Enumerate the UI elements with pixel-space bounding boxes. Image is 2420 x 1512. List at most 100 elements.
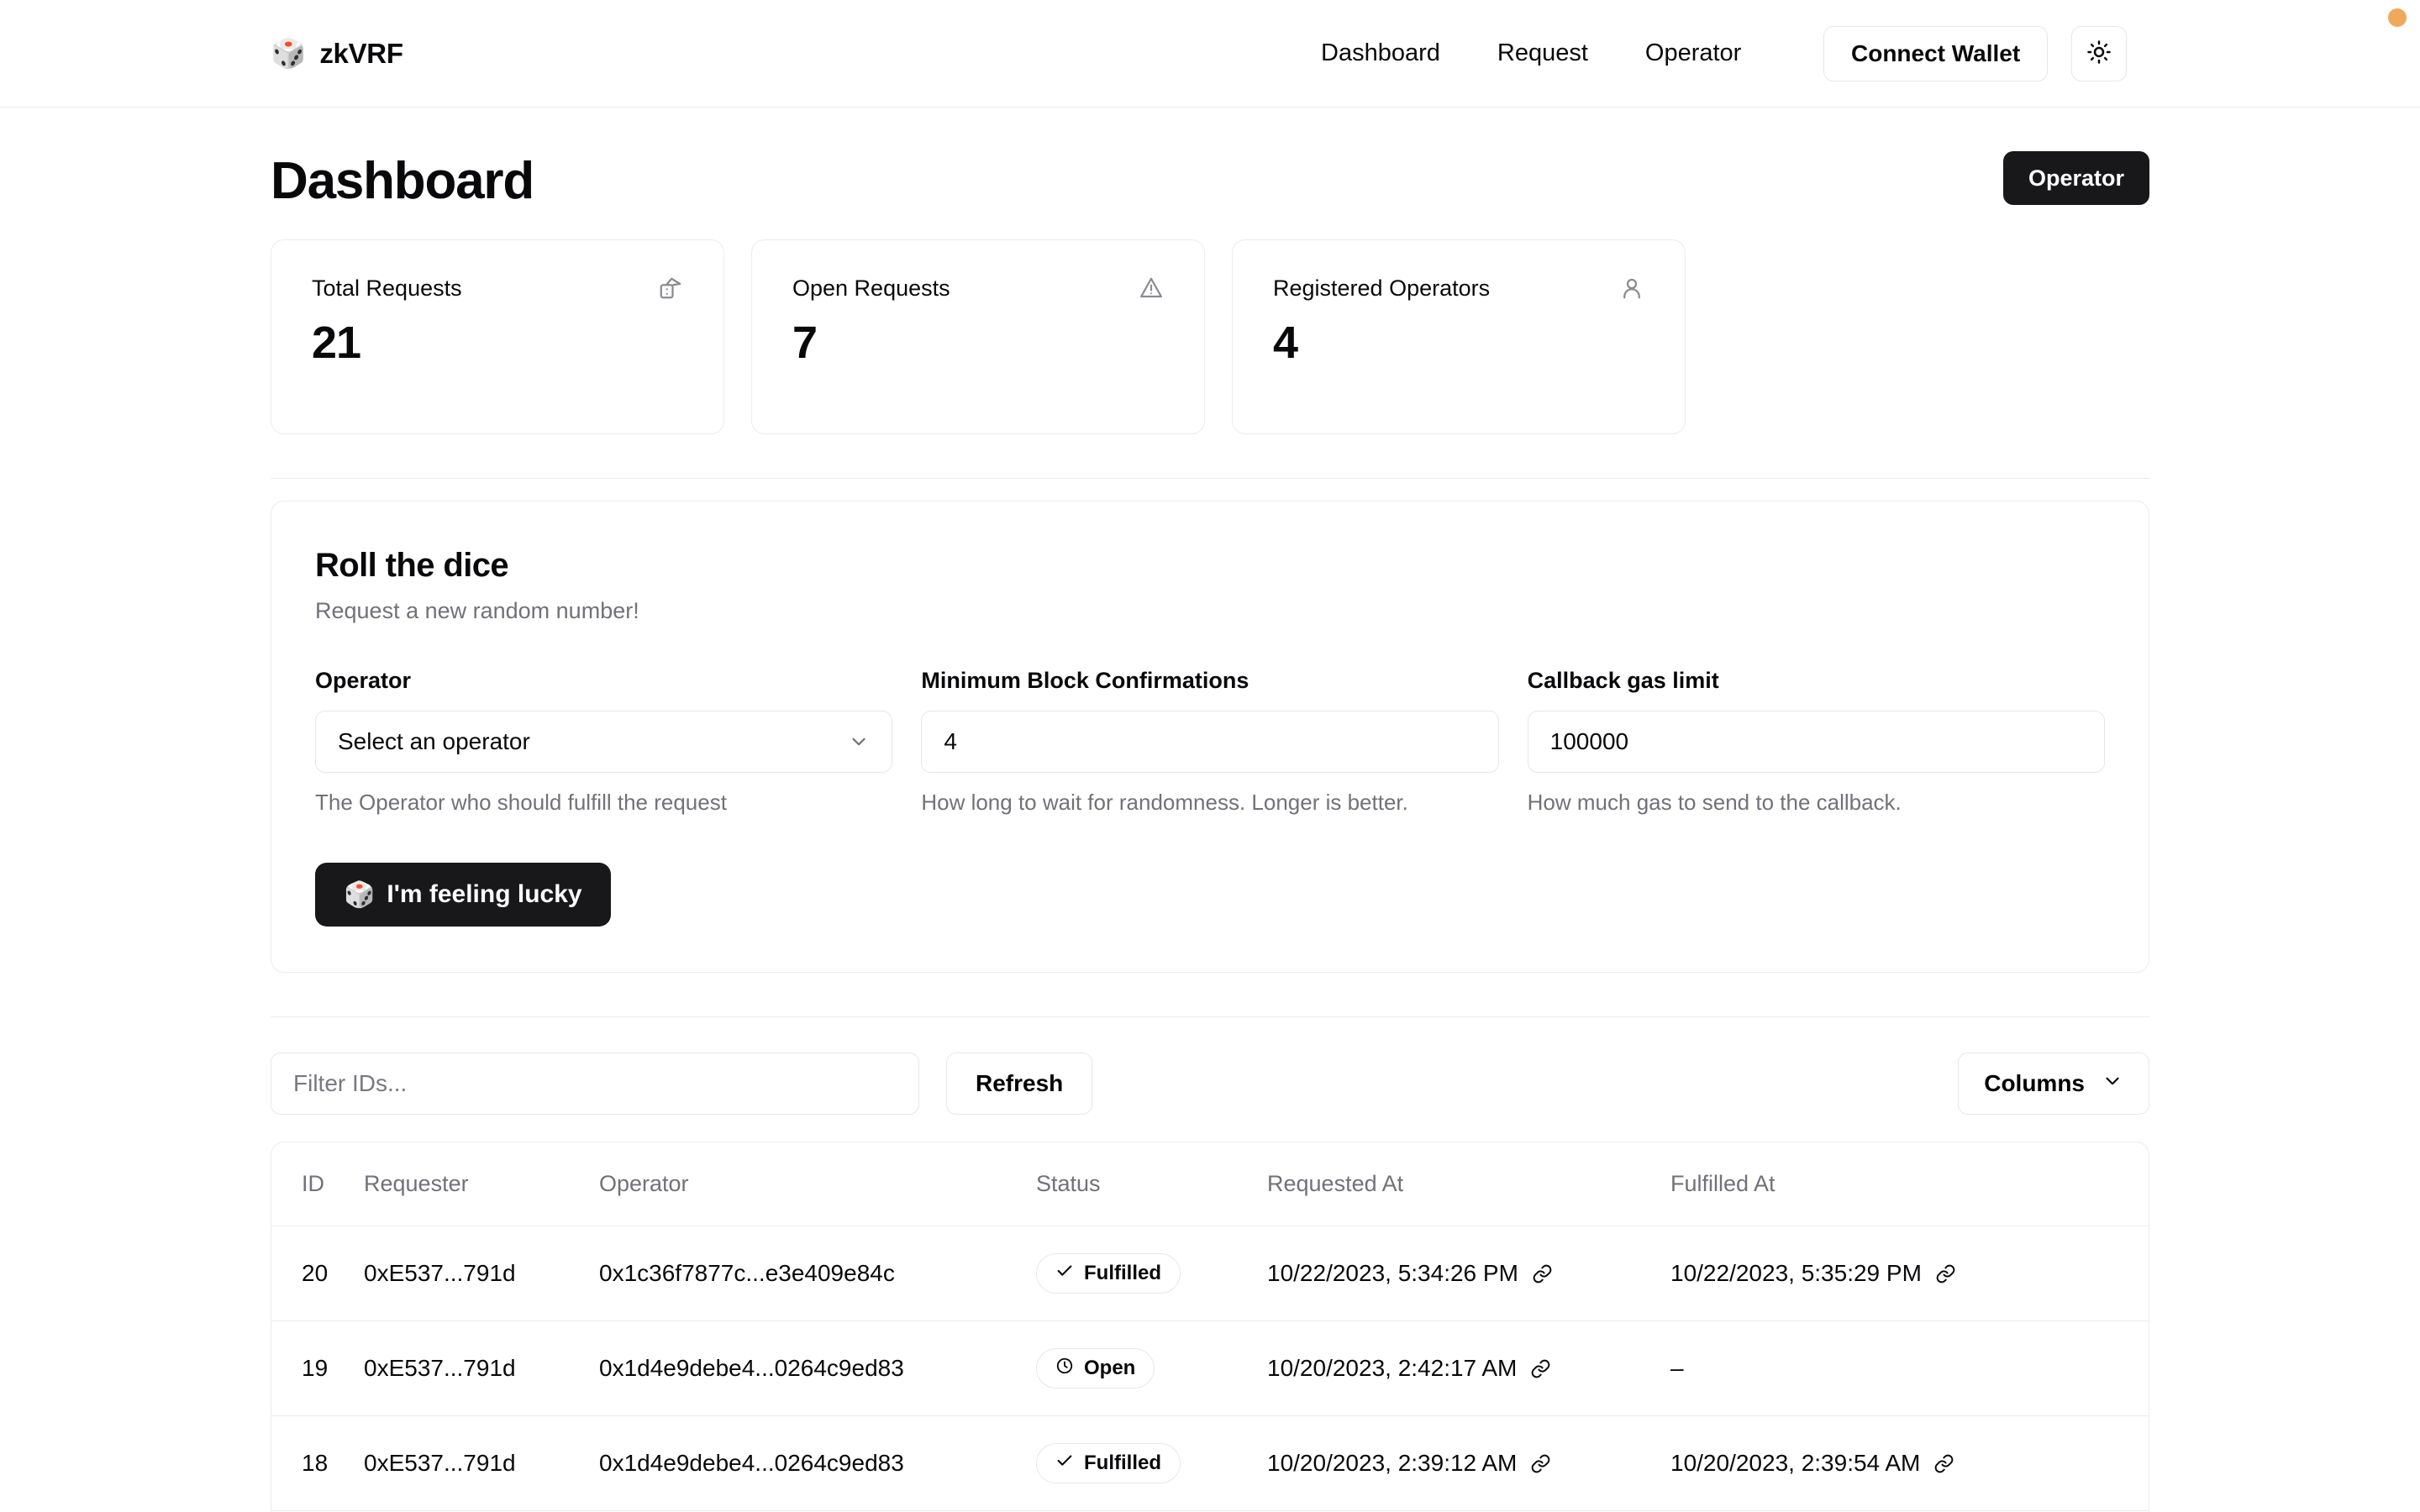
section-divider xyxy=(271,478,2149,479)
stat-label: Open Requests xyxy=(792,276,950,301)
column-header-requested-at[interactable]: Requested At xyxy=(1267,1142,1670,1226)
status-badge-label: Fulfilled xyxy=(1084,1262,1161,1284)
operator-select[interactable]: Select an operator xyxy=(315,711,893,773)
field-min-block-confirmations: Minimum Block Confirmations 4 How long t… xyxy=(921,668,1499,816)
external-link-icon[interactable] xyxy=(1530,1453,1551,1474)
requested-at-text: 10/20/2023, 2:42:17 AM xyxy=(1267,1355,1518,1381)
stat-label: Total Requests xyxy=(312,276,462,301)
panel-title: Roll the dice xyxy=(315,547,509,584)
sun-icon xyxy=(2086,39,2112,67)
operator-button[interactable]: Operator xyxy=(2002,151,2149,205)
status-badge: Fulfilled xyxy=(1036,1253,1181,1294)
stat-value: 21 xyxy=(312,318,361,368)
request-form: Operator Select an operator The Operator… xyxy=(315,668,2105,816)
external-link-icon[interactable] xyxy=(1532,1263,1553,1284)
cell-fulfilled-at: 10/22/2023, 5:35:29 PM xyxy=(1670,1260,1956,1287)
brand-logo[interactable]: 🎲 zkVRF xyxy=(271,38,403,70)
requested-at-text: 10/22/2023, 5:34:26 PM xyxy=(1267,1260,1518,1286)
im-feeling-lucky-button[interactable]: 🎲 I'm feeling lucky xyxy=(315,863,611,927)
stat-card-open-requests: Open Requests 7 xyxy=(751,239,1205,434)
status-dot-indicator xyxy=(2388,8,2407,27)
fulfilled-at-text: 10/20/2023, 2:39:54 AM xyxy=(1670,1450,1921,1476)
user-icon xyxy=(1619,276,1644,301)
chevron-down-icon xyxy=(2102,1070,2123,1098)
cell-operator: 0x1d4e9debe4...0264c9ed83 xyxy=(599,1415,1036,1511)
filter-ids-input[interactable] xyxy=(271,1053,919,1115)
stat-label: Registered Operators xyxy=(1273,276,1491,301)
cell-operator: 0x1c36f7877c...e3e409e84c xyxy=(599,1226,1036,1321)
columns-label: Columns xyxy=(1984,1070,2085,1096)
external-link-icon[interactable] xyxy=(1530,1358,1551,1379)
status-badge-label: Open xyxy=(1084,1357,1136,1379)
table-row[interactable]: 19 0xE537...791d 0x1d4e9debe4...0264c9ed83… xyxy=(271,1320,2149,1416)
table-body: 20 0xE537...791d 0x1c36f7877c...e3e409e84c… xyxy=(271,1226,2149,1512)
field-label: Minimum Block Confirmations xyxy=(921,668,1249,693)
min-block-confirmations-input[interactable]: 4 xyxy=(921,711,1499,773)
im-feeling-lucky-label: I'm feeling lucky xyxy=(387,880,582,908)
nav-links: Dashboard Request Operator xyxy=(1321,39,1741,67)
page-head: Dashboard Operator xyxy=(271,108,2149,211)
field-label: Callback gas limit xyxy=(1527,668,1719,693)
column-header-fulfilled-at[interactable]: Fulfilled At xyxy=(1670,1142,2149,1226)
cell-id: 19 xyxy=(271,1320,364,1416)
field-help: How long to wait for randomness. Longer … xyxy=(921,790,1408,815)
cell-operator: 0x1d4e9debe4...0264c9ed83 xyxy=(599,1320,1036,1416)
dice-icon xyxy=(658,276,683,301)
status-badge-label: Fulfilled xyxy=(1084,1452,1161,1474)
table-header-row: ID Requester Operator Status Requested A… xyxy=(271,1142,2149,1226)
fulfilled-at-text: 10/22/2023, 5:35:29 PM xyxy=(1670,1260,1922,1286)
stat-cards: Total Requests 21 Open Requests 7 Regist… xyxy=(271,239,2149,434)
external-link-icon[interactable] xyxy=(1935,1263,1956,1284)
requests-table-element: ID Requester Operator Status Requested A… xyxy=(271,1142,2149,1512)
nav-actions: Connect Wallet xyxy=(1823,25,2128,81)
cell-requested-at: 10/20/2023, 2:42:17 AM xyxy=(1267,1355,1551,1382)
cell-id: 18 xyxy=(271,1415,364,1511)
nav-link-request[interactable]: Request xyxy=(1497,39,1588,67)
stat-value: 7 xyxy=(792,318,818,368)
connect-wallet-button[interactable]: Connect Wallet xyxy=(1823,25,2049,81)
roll-the-dice-panel: Roll the dice Request a new random numbe… xyxy=(271,501,2149,973)
column-header-id[interactable]: ID xyxy=(271,1142,364,1226)
table-row[interactable]: 20 0xE537...791d 0x1c36f7877c...e3e409e84c… xyxy=(271,1226,2149,1321)
stat-card-registered-operators: Registered Operators 4 xyxy=(1232,239,1686,434)
requests-table: ID Requester Operator Status Requested A… xyxy=(271,1142,2149,1512)
status-badge: Fulfilled xyxy=(1036,1443,1181,1483)
page-content: Dashboard Operator Total Requests 21 Ope… xyxy=(0,108,2420,1512)
field-callback-gas-limit: Callback gas limit 100000 How much gas t… xyxy=(1527,668,2105,816)
field-label: Operator xyxy=(315,668,412,693)
cell-requester: 0xE537...791d xyxy=(364,1415,599,1511)
column-header-requester[interactable]: Requester xyxy=(364,1142,599,1226)
cell-requested-at: 10/22/2023, 5:34:26 PM xyxy=(1267,1260,1553,1287)
panel-subtitle: Request a new random number! xyxy=(315,598,639,623)
chevron-down-icon xyxy=(848,731,870,753)
top-navbar: 🎲 zkVRF Dashboard Request Operator Conne… xyxy=(0,0,2420,108)
clock-icon xyxy=(1055,1357,1074,1381)
nav-link-dashboard[interactable]: Dashboard xyxy=(1321,39,1440,67)
column-header-status[interactable]: Status xyxy=(1036,1142,1267,1226)
column-header-operator[interactable]: Operator xyxy=(599,1142,1036,1226)
external-link-icon[interactable] xyxy=(1933,1453,1954,1474)
check-icon xyxy=(1055,1262,1074,1286)
field-help: How much gas to send to the callback. xyxy=(1527,790,1902,815)
check-icon xyxy=(1055,1452,1074,1476)
brand-name: zkVRF xyxy=(319,37,403,69)
stat-card-total-requests: Total Requests 21 xyxy=(271,239,724,434)
dice-icon: 🎲 xyxy=(344,880,376,909)
table-toolbar: Refresh Columns xyxy=(271,1053,2149,1115)
cell-requester: 0xE537...791d xyxy=(364,1320,599,1416)
status-badge: Open xyxy=(1036,1348,1155,1389)
page-title: Dashboard xyxy=(271,152,534,210)
columns-button[interactable]: Columns xyxy=(1958,1053,2149,1115)
callback-gas-limit-input[interactable]: 100000 xyxy=(1527,711,2105,773)
table-row[interactable]: 18 0xE537...791d 0x1d4e9debe4...0264c9ed83… xyxy=(271,1415,2149,1511)
refresh-button[interactable]: Refresh xyxy=(946,1053,1093,1115)
theme-toggle-button[interactable] xyxy=(2071,25,2128,81)
cell-requested-at: 10/20/2023, 2:39:12 AM xyxy=(1267,1450,1551,1477)
stat-value: 4 xyxy=(1273,318,1298,368)
dice-icon: 🎲 xyxy=(271,37,307,70)
nav-link-operator[interactable]: Operator xyxy=(1645,39,1741,67)
field-operator: Operator Select an operator The Operator… xyxy=(315,668,893,816)
cell-fulfilled-at: 10/20/2023, 2:39:54 AM xyxy=(1670,1450,1954,1477)
cell-requester: 0xE537...791d xyxy=(364,1226,599,1321)
cell-id: 20 xyxy=(271,1226,364,1321)
